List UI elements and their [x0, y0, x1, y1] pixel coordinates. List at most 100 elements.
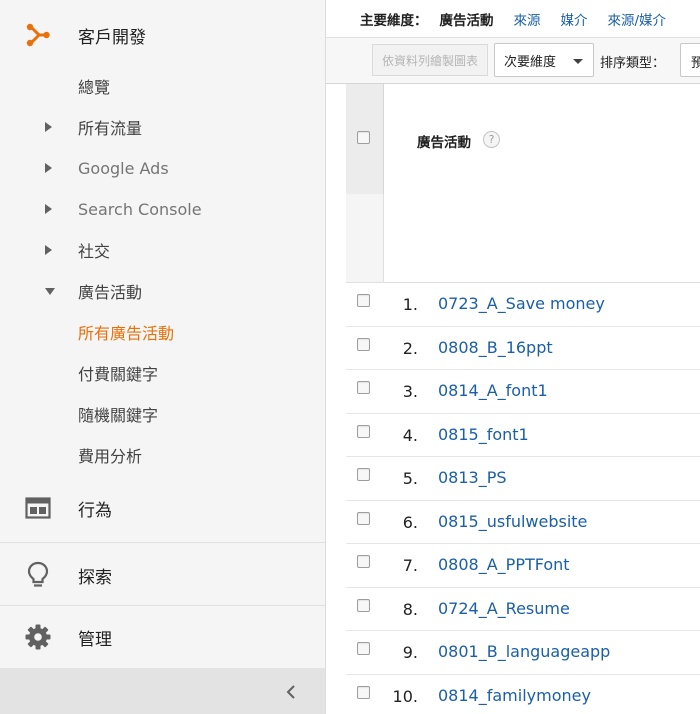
- select-all-checkbox[interactable]: [357, 131, 370, 144]
- sidebar-item-campaigns[interactable]: 廣告活動: [0, 271, 325, 311]
- campaign-column-header[interactable]: 廣告活動 ?: [384, 84, 700, 194]
- campaign-link[interactable]: 0815_usfulwebsite: [438, 512, 587, 531]
- table-row: 6. 0815_usfulwebsite: [346, 500, 700, 544]
- row-number: 7.: [402, 556, 418, 575]
- sort-type-label: 排序類型：: [600, 56, 666, 71]
- acquisition-icon: [24, 21, 52, 49]
- row-number: 2.: [402, 338, 418, 358]
- plot-rows-button[interactable]: 依資料列繪製圖表: [372, 44, 488, 76]
- sidebar-section-behavior[interactable]: 行為: [0, 486, 325, 530]
- row-checkbox[interactable]: [357, 337, 370, 351]
- sidebar-subitem-all-campaigns[interactable]: 所有廣告活動: [0, 312, 325, 352]
- report-main: 主要維度： 廣告活動 來源 媒介 來源/媒介 依資料列繪製圖表 次要維度 排序類…: [326, 0, 700, 714]
- campaign-link[interactable]: 0815_font1: [438, 425, 529, 444]
- sidebar: 客戶開發 總覽 所有流量 Google Ads Search Console 社…: [0, 0, 326, 714]
- caret-right-icon: [45, 163, 52, 173]
- dimension-link-source-medium[interactable]: 來源/媒介: [608, 9, 667, 29]
- sidebar-footer: [0, 668, 325, 714]
- sidebar-subitem-label: 隨機關鍵字: [78, 406, 159, 425]
- table-row: 8. 0724_A_Resume: [346, 587, 700, 631]
- sidebar-divider: [0, 605, 325, 606]
- report-toolbar: 依資料列繪製圖表 次要維度 排序類型： 預設: [326, 38, 700, 84]
- campaign-link[interactable]: 0801_B_languageapp: [438, 642, 610, 661]
- campaign-link[interactable]: 0814_A_font1: [438, 381, 548, 400]
- behavior-icon: [24, 494, 52, 522]
- row-checkbox[interactable]: [357, 598, 370, 612]
- sort-type-dropdown[interactable]: 預設: [680, 43, 700, 77]
- sidebar-section-label: 管理: [78, 629, 112, 650]
- dropdown-arrow-icon: [573, 59, 583, 64]
- campaign-table-body: 1. 0723_A_Save money 2. 0808_B_16ppt 3. …: [346, 283, 700, 714]
- row-number: 3.: [402, 382, 418, 401]
- table-row: 1. 0723_A_Save money: [346, 283, 700, 327]
- row-checkbox[interactable]: [357, 468, 370, 481]
- sidebar-divider: [0, 542, 325, 543]
- row-checkbox[interactable]: [357, 294, 370, 307]
- sidebar-subitem-cost-analysis[interactable]: 費用分析: [0, 435, 325, 475]
- sidebar-section-label: 行為: [78, 500, 112, 521]
- collapse-sidebar-button[interactable]: [283, 682, 299, 702]
- sidebar-section-discover[interactable]: 探索: [0, 554, 325, 596]
- dimension-link-medium[interactable]: 媒介: [561, 9, 588, 29]
- sidebar-subitem-organic-keywords[interactable]: 隨機關鍵字: [0, 394, 325, 434]
- campaign-link[interactable]: 0814_familymoney: [438, 686, 591, 705]
- table-row: 4. 0815_font1: [346, 413, 700, 457]
- campaign-link[interactable]: 0808_B_16ppt: [438, 338, 553, 357]
- row-number: 1.: [402, 295, 418, 314]
- row-checkbox[interactable]: [357, 511, 370, 525]
- caret-right-icon: [45, 204, 52, 214]
- row-number: 6.: [402, 512, 418, 532]
- gear-icon: [24, 623, 52, 651]
- lightbulb-icon: [24, 561, 52, 589]
- sidebar-item-all-traffic[interactable]: 所有流量: [0, 107, 325, 147]
- caret-right-icon: [45, 245, 52, 255]
- help-icon[interactable]: ?: [483, 131, 500, 148]
- sidebar-item-google-ads[interactable]: Google Ads: [0, 148, 325, 188]
- sidebar-item-search-console[interactable]: Search Console: [0, 189, 325, 229]
- table-row: 9. 0801_B_languageapp: [346, 631, 700, 675]
- campaign-column-title: 廣告活動: [417, 135, 471, 151]
- sidebar-item-social[interactable]: 社交: [0, 230, 325, 270]
- summary-left-cell: [346, 194, 384, 282]
- dimension-campaign-active: 廣告活動: [439, 12, 494, 29]
- sidebar-item-label: 社交: [78, 242, 111, 261]
- caret-down-icon: [45, 287, 55, 295]
- primary-dimension-label: 主要維度：: [360, 12, 428, 29]
- campaign-link[interactable]: 0724_A_Resume: [438, 599, 570, 618]
- row-checkbox[interactable]: [357, 555, 370, 568]
- campaign-link[interactable]: 0723_A_Save money: [438, 294, 605, 313]
- sidebar-item-label: 總覽: [78, 78, 111, 97]
- sidebar-subitem-label: 所有廣告活動: [78, 324, 175, 343]
- row-number: 5.: [402, 469, 418, 488]
- sidebar-item-overview[interactable]: 總覽: [0, 66, 325, 106]
- secondary-dimension-dropdown[interactable]: 次要維度: [494, 43, 594, 77]
- table-row: 3. 0814_A_font1: [346, 370, 700, 414]
- table-row: 10. 0814_familymoney: [346, 674, 700, 714]
- sidebar-subitem-paid-keywords[interactable]: 付費關鍵字: [0, 353, 325, 393]
- campaign-link[interactable]: 0808_A_PPTFont: [438, 555, 570, 574]
- table-summary-row: [346, 194, 700, 283]
- row-checkbox[interactable]: [357, 424, 370, 438]
- sidebar-subitem-label: 費用分析: [78, 447, 143, 466]
- secondary-dimension-label: 次要維度: [504, 54, 557, 70]
- sort-type-value: 預設: [691, 56, 700, 71]
- sidebar-section-admin[interactable]: 管理: [0, 616, 325, 658]
- table-row: 7. 0808_A_PPTFont: [346, 544, 700, 588]
- sidebar-item-label: 廣告活動: [78, 283, 143, 302]
- chevron-left-icon: [286, 685, 295, 699]
- row-number: 9.: [402, 643, 418, 662]
- campaign-link[interactable]: 0813_PS: [438, 468, 507, 487]
- row-checkbox[interactable]: [357, 685, 370, 699]
- table-row: 5. 0813_PS: [346, 457, 700, 501]
- sidebar-item-label: Search Console: [78, 199, 202, 219]
- sidebar-item-label: Google Ads: [78, 158, 169, 178]
- row-checkbox[interactable]: [357, 642, 370, 655]
- row-checkbox[interactable]: [357, 381, 370, 394]
- caret-right-icon: [45, 122, 52, 132]
- table-header: 廣告活動 ?: [346, 84, 700, 194]
- sidebar-section-acquisition[interactable]: 客戶開發: [0, 14, 325, 56]
- table-row: 2. 0808_B_16ppt: [346, 326, 700, 370]
- primary-dimension-bar: 主要維度： 廣告活動 來源 媒介 來源/媒介: [326, 0, 700, 38]
- dimension-link-source[interactable]: 來源: [514, 9, 541, 29]
- sidebar-section-label: 探索: [78, 567, 112, 588]
